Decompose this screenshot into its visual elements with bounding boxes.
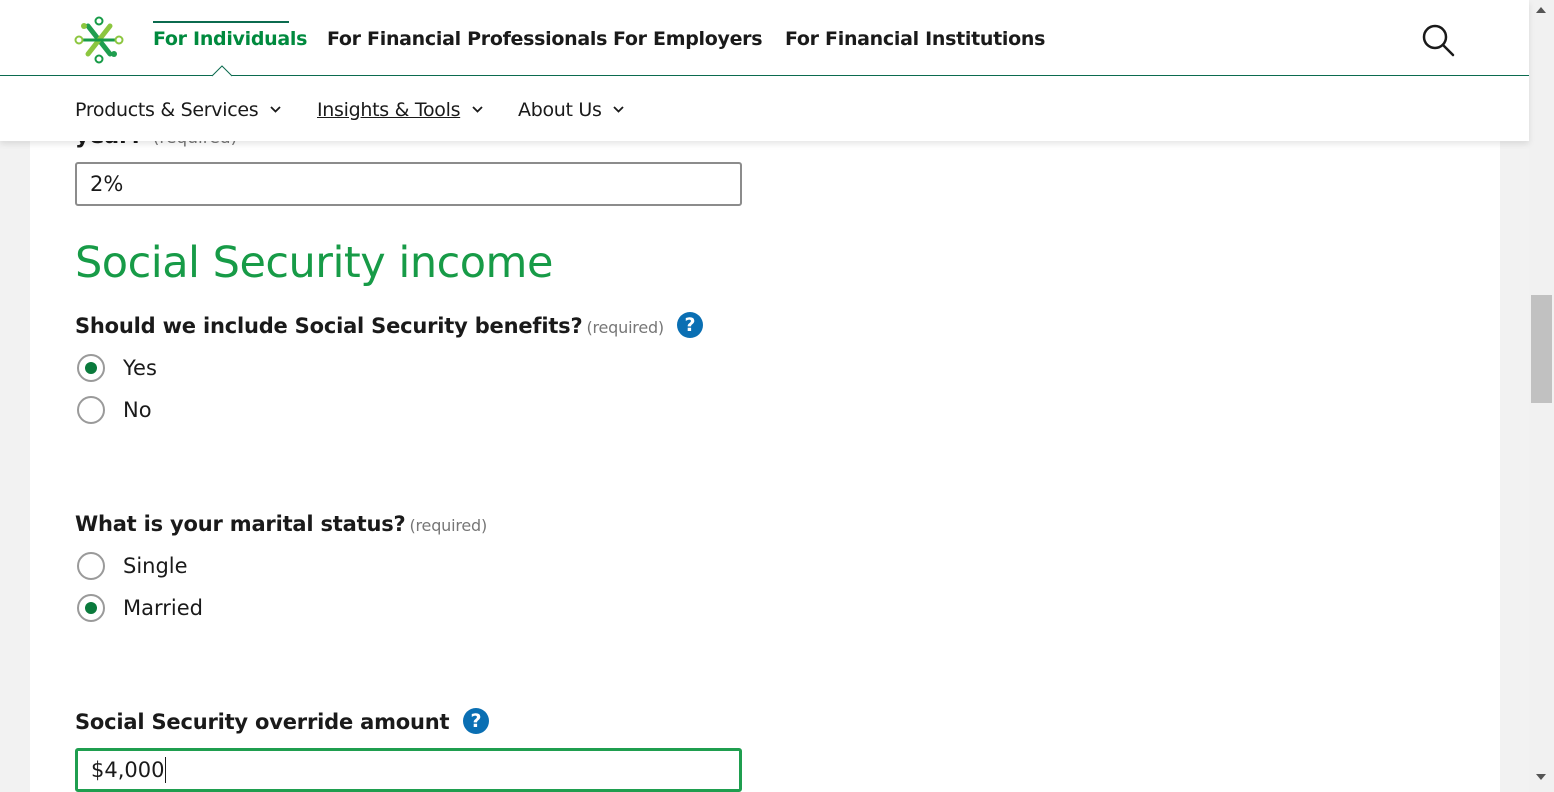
override-amount-input[interactable]: $4,000 [75,748,742,792]
override-amount-label: Social Security override amount [75,710,450,734]
radio-marital-single[interactable]: Single [77,551,188,581]
radio-include-ss-no[interactable]: No [77,395,152,425]
nav-for-financial-professionals[interactable]: For Financial Professionals [327,28,607,50]
radio-button-checked[interactable] [77,354,105,382]
scroll-down-arrow-icon[interactable] [1536,774,1546,780]
help-icon[interactable]: ? [677,312,703,338]
radio-button[interactable] [77,552,105,580]
active-nav-caret-icon [212,65,232,77]
subnav-products-services[interactable]: Products & Services [75,99,281,121]
radio-button[interactable] [77,396,105,424]
chevron-down-icon [472,106,483,113]
active-nav-indicator [153,21,289,23]
subnav-insights-tools[interactable]: Insights & Tools [317,99,483,121]
radio-label: Single [123,554,188,578]
marital-status-question: What is your marital status? (required) [75,512,488,536]
scroll-up-arrow-icon[interactable] [1536,7,1546,13]
search-icon[interactable] [1418,22,1458,58]
radio-marital-married[interactable]: Married [77,593,203,623]
radio-label: Married [123,596,203,620]
inflation-rate-input[interactable]: 2% [75,162,742,206]
radio-label: Yes [123,356,157,380]
vertical-scrollbar[interactable] [1529,0,1554,792]
brand-logo-icon[interactable] [74,16,124,64]
help-icon[interactable]: ? [463,708,489,734]
nav-for-employers[interactable]: For Employers [613,28,763,50]
text-cursor [165,757,167,783]
radio-include-ss-yes[interactable]: Yes [77,353,157,383]
inflation-rate-value: 2% [90,172,124,196]
include-ss-question: Should we include Social Security benefi… [75,314,664,338]
subnav-about-us[interactable]: About Us [518,99,625,121]
radio-label: No [123,398,152,422]
section-title: Social Security income [75,238,553,288]
nav-for-individuals[interactable]: For Individuals [153,28,307,50]
nav-for-financial-institutions[interactable]: For Financial Institutions [785,28,1045,50]
radio-button-checked[interactable] [77,594,105,622]
chevron-down-icon [613,106,625,113]
chevron-down-icon [270,106,281,113]
scrollbar-thumb[interactable] [1531,295,1552,403]
site-header: For Individuals For Financial Profession… [0,0,1529,141]
override-amount-value: $4,000 [91,758,165,782]
